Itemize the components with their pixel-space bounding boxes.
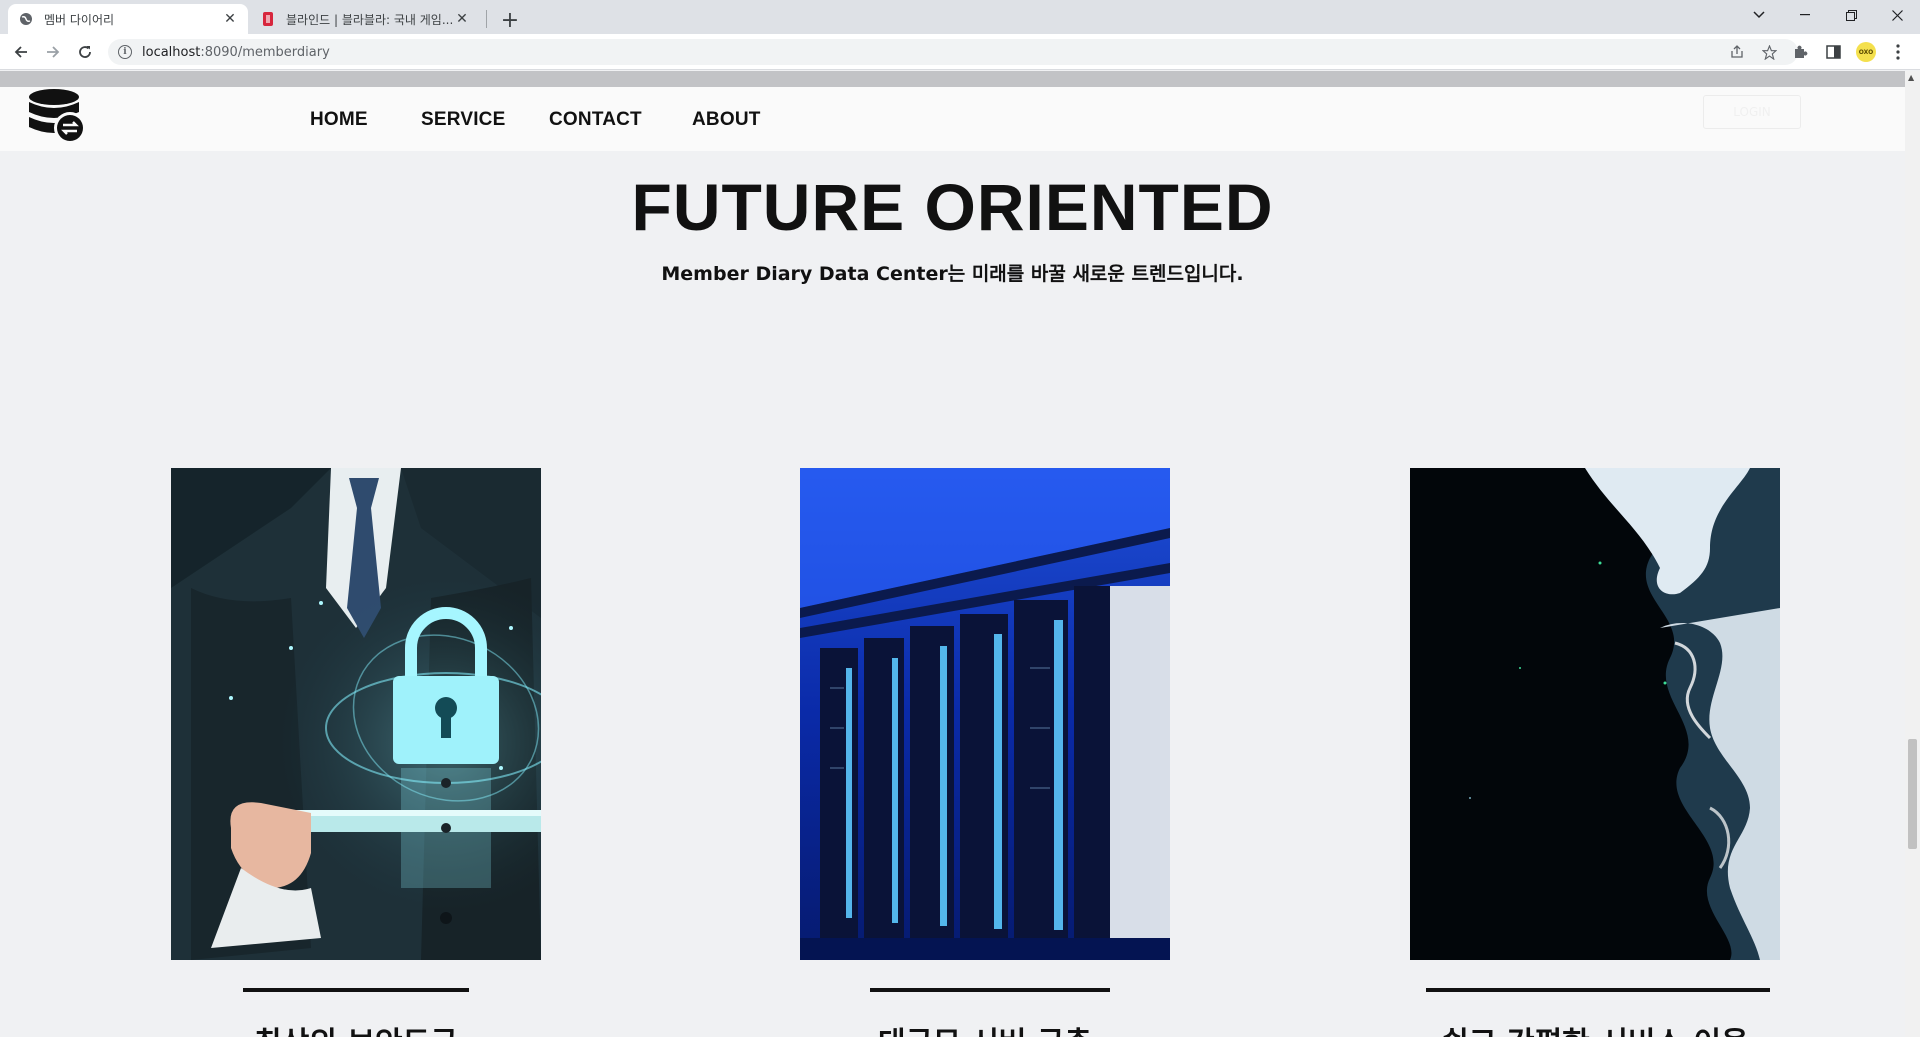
more-menu-icon[interactable] <box>1888 42 1908 62</box>
nav-home[interactable]: HOME <box>310 109 368 131</box>
close-icon[interactable]: ✕ <box>222 11 238 27</box>
side-panel-icon[interactable] <box>1823 42 1843 62</box>
card-divider <box>1426 988 1770 992</box>
ocean-shore-image <box>1410 468 1780 960</box>
share-icon[interactable] <box>1728 43 1746 61</box>
globe-icon <box>18 11 34 27</box>
tab-title: 블라인드 | 블라블라: 국내 게임... <box>286 12 454 27</box>
page-viewport: HOME SERVICE CONTACT ABOUT LOGIN FUTURE … <box>0 71 1905 1037</box>
tab-divider <box>486 10 487 28</box>
tab-memberdiary[interactable]: 멤버 다이어리 ✕ <box>8 4 248 34</box>
bookmark-star-icon[interactable] <box>1760 43 1778 61</box>
minimize-icon[interactable] <box>1782 0 1828 30</box>
browser-tab-strip: 멤버 다이어리 ✕ 블라인드 | 블라블라: 국내 게임... ✕ + <box>0 0 1920 34</box>
nav-service[interactable]: SERVICE <box>421 109 505 131</box>
server-room-image <box>800 468 1170 960</box>
scroll-up-arrow-icon[interactable]: ▲ <box>1908 73 1914 82</box>
hero-title: FUTURE ORIENTED <box>631 170 1274 244</box>
scroll-thumb[interactable] <box>1908 739 1917 849</box>
feature-card-service[interactable]: 쉽고 간편한 서비스 이용 <box>1410 468 1780 1037</box>
hero-subtitle: Member Diary Data Center는 미래를 바꿀 새로운 트렌드… <box>661 263 1244 285</box>
database-logo-icon[interactable] <box>28 88 90 148</box>
close-window-icon[interactable] <box>1874 0 1920 30</box>
card-divider <box>243 988 469 992</box>
blind-favicon-icon <box>260 11 276 27</box>
profile-avatar-icon[interactable]: OXO <box>1856 42 1876 62</box>
nav-contact[interactable]: CONTACT <box>549 109 642 131</box>
nav-about[interactable]: ABOUT <box>692 109 761 131</box>
security-lock-image <box>171 468 541 960</box>
new-tab-button[interactable]: + <box>496 6 524 34</box>
top-strip <box>0 71 1905 87</box>
extensions-puzzle-icon[interactable] <box>1790 42 1810 62</box>
close-icon[interactable]: ✕ <box>454 11 470 27</box>
url-path: :8090/memberdiary <box>200 44 330 60</box>
back-arrow-icon[interactable] <box>8 39 34 65</box>
feature-card-security[interactable]: 최상의 보안도구 <box>171 468 541 1037</box>
url-host: localhost <box>142 44 201 60</box>
reload-icon[interactable] <box>72 39 98 65</box>
card-divider <box>870 988 1110 992</box>
restore-icon[interactable] <box>1828 0 1874 30</box>
tab-blind[interactable]: 블라인드 | 블라블라: 국내 게임... ✕ <box>250 4 480 34</box>
tab-search-chevron-icon[interactable] <box>1736 0 1782 30</box>
card-title: 최상의 보안도구 <box>171 1018 541 1037</box>
address-bar[interactable]: i localhost:8090/memberdiary <box>108 39 1798 65</box>
profile-label: OXO <box>1858 48 1874 56</box>
card-title: 쉽고 간편한 서비스 이용 <box>1410 1018 1780 1037</box>
tab-title: 멤버 다이어리 <box>44 12 115 27</box>
site-header: HOME SERVICE CONTACT ABOUT LOGIN <box>0 87 1905 151</box>
page-scrollbar[interactable]: ▲ <box>1905 71 1920 1037</box>
forward-arrow-icon[interactable] <box>40 39 66 65</box>
browser-toolbar: i localhost:8090/memberdiary OXO <box>0 34 1920 70</box>
site-info-icon[interactable]: i <box>118 45 132 59</box>
feature-card-server[interactable]: 대규모 서버 구축 <box>800 468 1170 1037</box>
login-button[interactable]: LOGIN <box>1703 95 1801 129</box>
card-title: 대규모 서버 구축 <box>800 1018 1170 1037</box>
